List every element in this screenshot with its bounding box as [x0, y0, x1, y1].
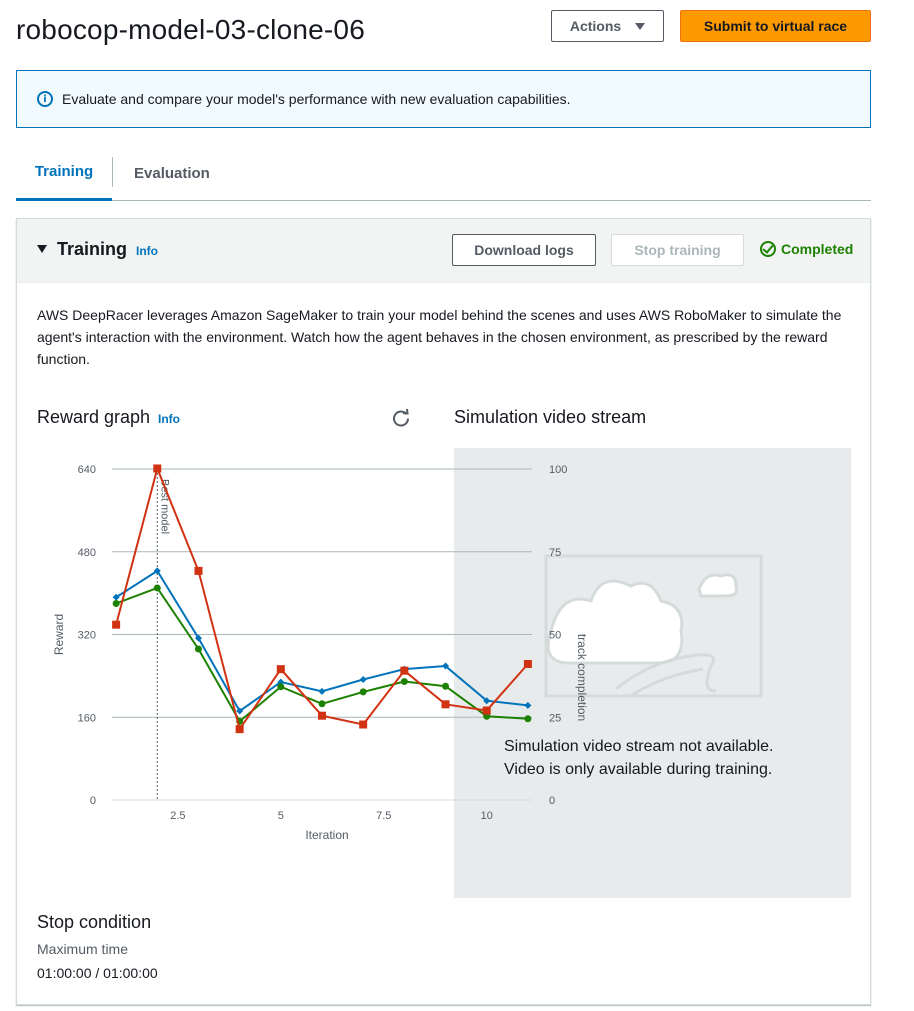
training-panel: Training Info Download logs Stop trainin… — [16, 218, 871, 1005]
y2-tick-label: 100 — [549, 464, 567, 476]
y-tick-label: 320 — [78, 630, 96, 642]
stop-training-button[interactable]: Stop training — [611, 234, 744, 266]
data-point — [276, 665, 285, 674]
data-point — [194, 645, 202, 653]
data-point — [235, 725, 244, 734]
download-logs-button[interactable]: Download logs — [452, 234, 596, 266]
data-point — [112, 599, 120, 607]
y2-tick-label: 0 — [549, 795, 555, 807]
y2-tick-label: 25 — [549, 712, 561, 724]
info-banner: i Evaluate and compare your model's perf… — [16, 70, 871, 128]
stop-condition-label: Maximum time — [37, 941, 129, 957]
tab-evaluation[interactable]: Evaluation — [134, 145, 210, 201]
caret-down-icon — [635, 22, 646, 30]
data-point — [153, 464, 162, 473]
actions-label: Actions — [569, 18, 622, 34]
banner-text: Evaluate and compare your model's perfor… — [62, 91, 571, 107]
reward-chart: 640 480 320 160 0 100 75 50 25 0 2.5 5 7.5 10 Iteratio… — [52, 464, 589, 842]
data-point — [359, 675, 367, 683]
data-point — [400, 666, 409, 675]
data-point — [318, 711, 326, 720]
training-panel-title[interactable]: Training — [57, 239, 127, 260]
data-point — [112, 620, 121, 629]
stop-condition-title: Stop condition — [37, 912, 152, 932]
reward-graph-info-link[interactable]: Info — [158, 412, 180, 426]
x-tick-label: 7.5 — [376, 810, 391, 822]
y2-tick-label: 75 — [549, 547, 561, 559]
data-point — [153, 584, 161, 592]
data-point — [400, 678, 408, 686]
video-message-line-2: Video is only available during training. — [504, 761, 773, 778]
simulation-video-title: Simulation video stream — [454, 407, 647, 427]
data-point — [441, 700, 450, 709]
data-point — [524, 701, 532, 709]
tab-divider — [112, 157, 113, 187]
actions-button[interactable]: Actions — [551, 10, 664, 42]
x-tick-label: 2.5 — [170, 810, 185, 822]
data-point — [194, 566, 203, 575]
video-unavailable-message: Simulation video stream not available. V… — [504, 735, 773, 781]
data-point — [318, 687, 326, 695]
data-point — [442, 682, 450, 690]
x-tick-label: 5 — [278, 810, 284, 822]
page-title: robocop-model-03-clone-06 — [16, 14, 365, 45]
tab-training[interactable]: Training — [16, 145, 112, 201]
training-description: AWS DeepRacer leverages Amazon SageMaker… — [37, 307, 842, 367]
status-text: Completed — [781, 241, 854, 257]
training-panel-header: Training Info Download logs Stop trainin… — [17, 219, 870, 283]
video-message-line-1: Simulation video stream not available. — [504, 738, 774, 755]
y2-axis-label: track completion — [575, 634, 589, 721]
x-tick-label: 10 — [481, 810, 493, 822]
training-info-link[interactable]: Info — [136, 244, 158, 258]
y2-tick-label: 50 — [549, 630, 561, 642]
status-badge: Completed — [760, 241, 853, 257]
collapse-caret-icon[interactable] — [37, 245, 47, 253]
y-tick-label: 160 — [78, 712, 96, 724]
stop-condition-value: 01:00:00 / 01:00:00 — [37, 965, 158, 981]
y-tick-label: 640 — [78, 464, 96, 476]
refresh-icon[interactable] — [391, 408, 411, 428]
y-tick-label: 0 — [90, 795, 96, 807]
y-tick-label: 480 — [78, 547, 96, 559]
data-point — [359, 720, 368, 729]
info-circle-icon: i — [37, 91, 53, 107]
x-axis-label: Iteration — [305, 828, 348, 842]
submit-to-virtual-race-button[interactable]: Submit to virtual race — [680, 10, 871, 42]
data-point — [482, 706, 491, 715]
data-point — [359, 688, 367, 696]
check-circle-icon — [760, 241, 776, 257]
data-point — [318, 700, 326, 708]
data-point — [523, 659, 532, 668]
data-point — [277, 683, 285, 691]
tab-bar: Training Evaluation — [16, 145, 871, 201]
data-point — [524, 715, 532, 723]
reward-graph-title: Reward graph — [37, 407, 151, 427]
y-axis-label: Reward — [52, 614, 66, 655]
